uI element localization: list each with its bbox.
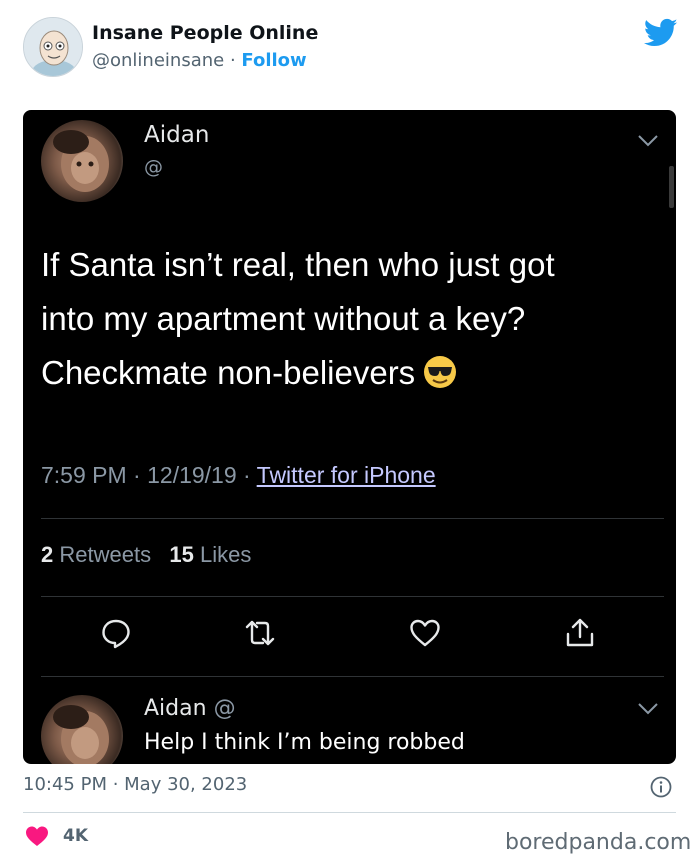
tweet-date: 12/19/19: [147, 462, 237, 488]
account-subline: @onlineinsane · Follow: [92, 50, 307, 71]
reply-icon: [102, 619, 130, 649]
reply-author-name: Aidan: [144, 696, 207, 721]
likes-count: 15: [169, 542, 194, 567]
info-icon[interactable]: [650, 776, 672, 798]
retweets-label: Retweets: [53, 542, 152, 567]
tweet-line: Checkmate non-believers: [41, 346, 641, 400]
author-handle: @: [144, 156, 163, 178]
divider: [41, 676, 664, 677]
account-name[interactable]: Insane People Online: [92, 22, 318, 44]
sunglasses-emoji-icon: [424, 356, 457, 388]
tweet-line-text: Checkmate non-believers: [41, 354, 416, 391]
reply-text: Help I think I’m being robbed: [144, 730, 465, 755]
embed-header: Insane People Online @onlineinsane · Fol…: [0, 0, 700, 100]
chevron-down-icon: [638, 703, 658, 715]
tweet-line: If Santa isn’t real, then who just got: [41, 246, 555, 283]
watermark: boredpanda.com: [505, 830, 692, 855]
tweet-line: into my apartment without a key?: [41, 300, 526, 337]
scrollbar-thumb[interactable]: [669, 166, 674, 208]
meta-dot: ·: [126, 462, 148, 488]
tweet-source-link: Twitter for iPhone: [256, 462, 436, 488]
chevron-down-icon: [638, 135, 658, 147]
tweet-time: 7:59 PM: [41, 462, 127, 488]
author-name: Aidan: [144, 122, 210, 148]
follow-button[interactable]: Follow: [241, 50, 306, 71]
share-icon: [566, 618, 594, 647]
like-icon: [410, 619, 440, 647]
reply-author: Aidan @: [144, 696, 236, 721]
retweet-icon: [245, 620, 275, 646]
like-count[interactable]: 4K: [63, 826, 88, 846]
tweet-text: If Santa isn’t real, then who just got i…: [41, 238, 641, 400]
tweet-stats: 2 Retweets 15 Likes: [41, 542, 251, 568]
divider: [23, 812, 676, 813]
tweet-meta: 7:59 PM · 12/19/19 · Twitter for iPhone: [41, 462, 436, 489]
tweet-screenshot: Aidan @ If Santa isn’t real, then who ju…: [23, 110, 676, 764]
likes-label: Likes: [193, 542, 252, 567]
divider: [41, 518, 664, 519]
author-avatar: [41, 120, 123, 202]
divider: [41, 596, 664, 597]
reply-author-handle: @: [213, 696, 236, 721]
account-handle[interactable]: @onlineinsane: [92, 50, 224, 71]
account-avatar[interactable]: [23, 17, 83, 77]
post-timestamp[interactable]: 10:45 PM · May 30, 2023: [23, 774, 247, 795]
twitter-bird-icon[interactable]: [644, 18, 678, 48]
meta-dot: ·: [236, 462, 257, 488]
heart-icon[interactable]: [25, 825, 49, 847]
retweets-count: 2: [41, 542, 54, 567]
reply-author-avatar: [41, 695, 123, 764]
separator-dot: ·: [224, 50, 242, 71]
